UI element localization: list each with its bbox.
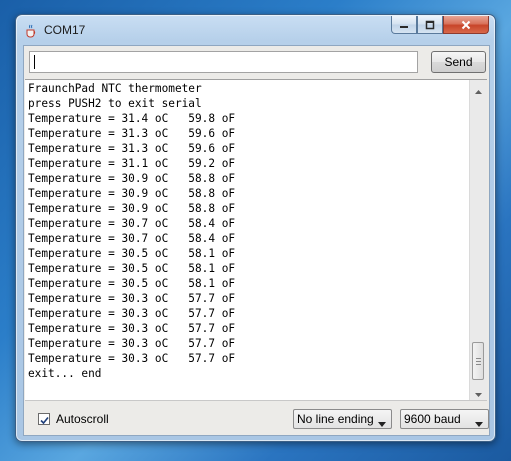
scroll-up-button[interactable] (470, 80, 487, 97)
output-line: Temperature = 30.5 oC 58.1 oF (28, 262, 236, 275)
output-line: Temperature = 30.3 oC 57.7 oF (28, 322, 236, 335)
scroll-down-button[interactable] (470, 383, 487, 400)
close-button[interactable] (443, 16, 489, 34)
baud-rate-value: 9600 baud (404, 412, 461, 426)
text-caret (34, 55, 35, 69)
output-line: Temperature = 30.5 oC 58.1 oF (28, 277, 236, 290)
output-line: exit... end (28, 367, 102, 380)
autoscroll-checkbox[interactable] (38, 413, 50, 425)
arrow-down-icon (475, 382, 482, 401)
send-button[interactable]: Send (431, 51, 486, 73)
serial-monitor-window: COM17 Send FraunchPad NTC thermometer pr… (15, 14, 496, 442)
output-line: FraunchPad NTC thermometer (28, 82, 202, 95)
command-input[interactable] (29, 51, 418, 73)
vertical-scrollbar[interactable] (469, 80, 487, 400)
output-text: FraunchPad NTC thermometer press PUSH2 to… (28, 81, 235, 381)
minimize-icon (399, 15, 409, 34)
caption-buttons (391, 16, 489, 36)
output-line: Temperature = 30.7 oC 58.4 oF (28, 232, 236, 245)
output-line: Temperature = 30.7 oC 58.4 oF (28, 217, 236, 230)
output-line: Temperature = 30.3 oC 57.7 oF (28, 337, 236, 350)
output-line: Temperature = 30.3 oC 57.7 oF (28, 352, 236, 365)
minimize-button[interactable] (391, 16, 417, 34)
output-line: Temperature = 31.3 oC 59.6 oF (28, 142, 236, 155)
title-bar[interactable]: COM17 (16, 15, 495, 45)
maximize-icon (425, 15, 435, 34)
arrow-up-icon (475, 79, 482, 98)
output-line: Temperature = 30.3 oC 57.7 oF (28, 292, 236, 305)
line-ending-value: No line ending (297, 412, 374, 426)
output-line: Temperature = 31.1 oC 59.2 oF (28, 157, 236, 170)
maximize-button[interactable] (417, 16, 443, 34)
output-line: Temperature = 31.3 oC 59.6 oF (28, 127, 236, 140)
baud-rate-dropdown[interactable]: 9600 baud (400, 409, 489, 429)
output-line: press PUSH2 to exit serial (28, 97, 202, 110)
output-line: Temperature = 31.4 oC 59.8 oF (28, 112, 236, 125)
serial-output[interactable]: FraunchPad NTC thermometer press PUSH2 to… (25, 79, 487, 401)
line-ending-dropdown[interactable]: No line ending (293, 409, 392, 429)
output-line: Temperature = 30.3 oC 57.7 oF (28, 307, 236, 320)
chevron-down-icon (475, 416, 483, 430)
output-line: Temperature = 30.9 oC 58.8 oF (28, 187, 236, 200)
chevron-down-icon (378, 416, 386, 430)
output-line: Temperature = 30.5 oC 58.1 oF (28, 247, 236, 260)
status-bar: Autoscroll No line ending 9600 baud (24, 404, 489, 434)
scrollbar-thumb[interactable] (472, 342, 484, 380)
autoscroll-toggle[interactable]: Autoscroll (38, 412, 109, 426)
checkmark-icon (39, 410, 49, 429)
java-cup-icon (24, 23, 38, 38)
command-row: Send (29, 51, 486, 75)
output-line: Temperature = 30.9 oC 58.8 oF (28, 202, 236, 215)
output-line: Temperature = 30.9 oC 58.8 oF (28, 172, 236, 185)
close-icon (461, 15, 471, 34)
client-area: Send FraunchPad NTC thermometer press PUS… (23, 45, 490, 436)
window-title: COM17 (44, 23, 86, 37)
autoscroll-label: Autoscroll (56, 412, 109, 426)
